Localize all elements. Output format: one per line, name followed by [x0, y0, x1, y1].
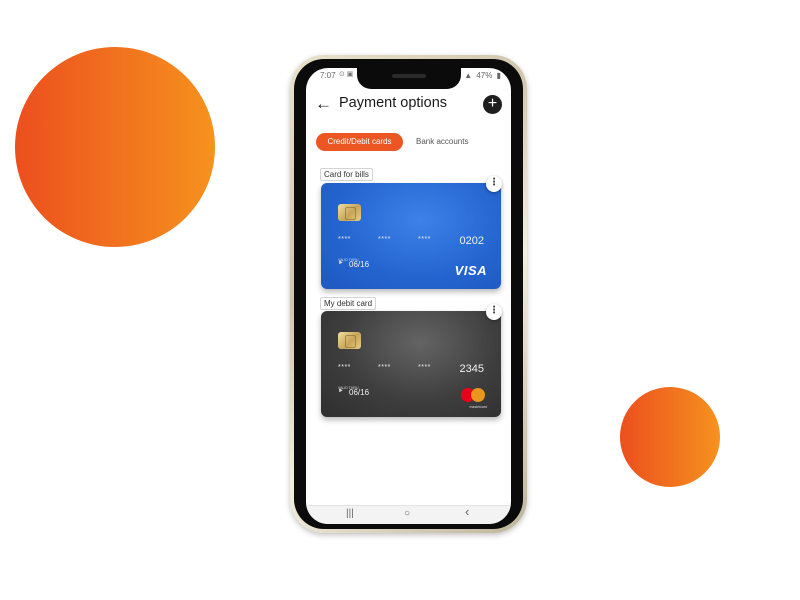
page-title: Payment options [339, 95, 448, 111]
visa-card[interactable]: **** **** **** 0202 VALID THRU ► 06/16 V… [321, 183, 501, 289]
phone-screen: 7:07 ⊙ ▣ ✻ ◉ ⌯ ▲ 47% ▮ ← Payment options… [306, 68, 511, 524]
masked-digits: **** [418, 364, 431, 371]
chip-icon [338, 204, 361, 221]
back-arrow-icon[interactable]: ← [315, 94, 332, 114]
card-last-four: 0202 [459, 235, 484, 247]
valid-thru-arrow-icon: ► [338, 260, 344, 266]
battery-percent: 47% [476, 71, 493, 80]
add-payment-button[interactable]: + [483, 95, 502, 114]
notification-icons: ⊙ ▣ [339, 71, 354, 78]
masked-digits: **** [378, 236, 391, 243]
phone-notch [356, 68, 461, 89]
battery-icon: ▮ [496, 71, 501, 80]
tab-credit-debit-cards[interactable]: Credit/Debit cards [316, 133, 403, 151]
masked-digits: **** [338, 236, 351, 243]
speaker-grille [391, 74, 426, 78]
phone-bezel: 7:07 ⊙ ▣ ✻ ◉ ⌯ ▲ 47% ▮ ← Payment options… [294, 59, 523, 529]
card-expiry: 06/16 [349, 260, 370, 269]
signal-icon: ▲ [464, 71, 473, 80]
decorative-orange-circle-large [15, 47, 215, 247]
recents-icon[interactable]: ||| [346, 508, 354, 520]
mastercard-logo-icon [461, 388, 485, 402]
card-label-debit: My debit card [320, 297, 377, 310]
phone-frame: 7:07 ⊙ ▣ ✻ ◉ ⌯ ▲ 47% ▮ ← Payment options… [290, 55, 527, 533]
tab-bank-accounts[interactable]: Bank accounts [416, 133, 468, 151]
valid-thru-arrow-icon: ► [338, 388, 344, 394]
home-icon[interactable]: ○ [404, 508, 410, 520]
card-last-four: 2345 [459, 363, 484, 375]
app-header: ← Payment options + [306, 92, 511, 118]
masked-digits: **** [378, 364, 391, 371]
mastercard-card[interactable]: **** **** **** 2345 VALID THRU ► 06/16 m… [321, 311, 501, 417]
card-menu-icon[interactable]: ⋮ [486, 176, 502, 192]
masked-digits: **** [338, 364, 351, 371]
back-icon[interactable]: ‹ [465, 505, 469, 518]
mastercard-yellow-circle [471, 388, 485, 402]
android-nav-bar: ||| ○ ‹ [306, 505, 511, 524]
card-label-bills: Card for bills [320, 168, 373, 181]
visa-logo: VISA [454, 263, 487, 278]
card-expiry: 06/16 [349, 388, 370, 397]
mastercard-wordmark: mastercard [469, 405, 487, 409]
status-time: 7:07 [320, 71, 336, 80]
card-menu-icon[interactable]: ⋮ [486, 304, 502, 320]
chip-icon [338, 332, 361, 349]
decorative-orange-circle-small [620, 387, 720, 487]
masked-digits: **** [418, 236, 431, 243]
